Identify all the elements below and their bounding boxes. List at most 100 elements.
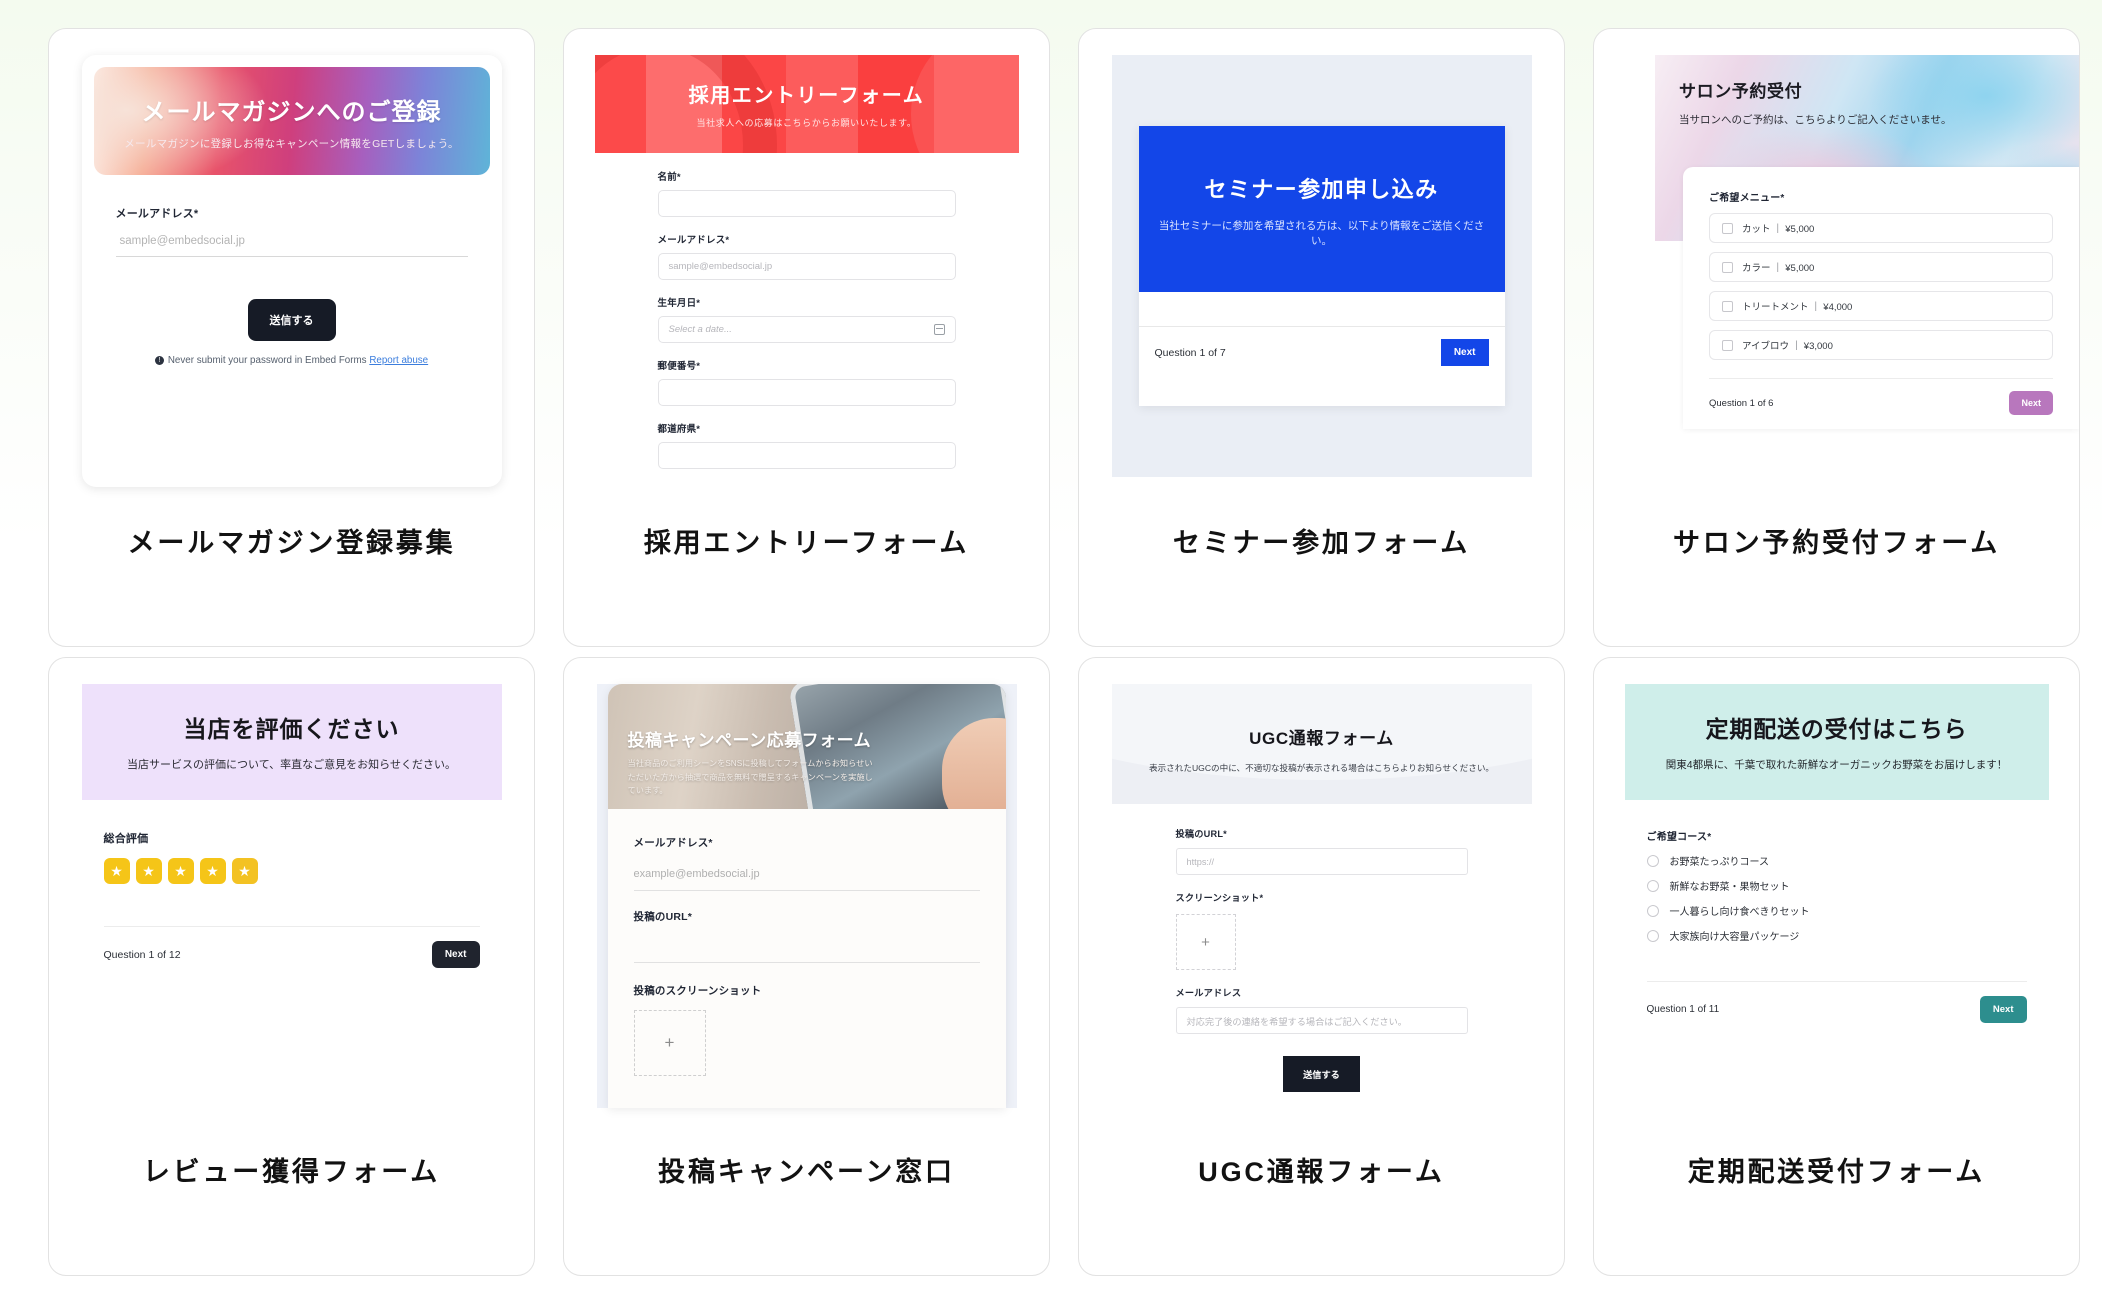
hero-title: 当店を評価ください (183, 716, 400, 742)
hero-banner: 投稿キャンペーン応募フォーム 当社商品のご利用シーンをSNSに投稿してフォームか… (607, 684, 1006, 809)
report-abuse-link[interactable]: Report abuse (369, 355, 428, 366)
post-url-input[interactable] (633, 952, 980, 963)
next-button[interactable]: Next (431, 941, 480, 968)
prefecture-input[interactable] (657, 442, 956, 469)
star-rating[interactable]: ★ ★ ★ ★ ★ (103, 858, 480, 884)
checkbox-option[interactable]: アイブロウ ｜ ¥3,000 (1709, 330, 2053, 360)
star-icon[interactable]: ★ (135, 858, 162, 884)
field-label: 郵便番号* (657, 361, 701, 372)
checkbox-option[interactable]: カラー ｜ ¥5,000 (1709, 252, 2053, 282)
star-icon[interactable]: ★ (231, 858, 258, 884)
form-template-grid: メールマガジンへのご登録 メールマガジンに登録しお得なキャンペーン情報をGETし… (0, 0, 2102, 1276)
birthdate-input[interactable]: Select a date... (657, 316, 956, 343)
hero-subtitle: メールマガジンに登録しお得なキャンペーン情報をGETしましょう。 (124, 137, 459, 150)
form-preview-shell: 採用エントリーフォーム 当社求人への応募はこちらからお願いいたします。 名前* … (594, 55, 1019, 484)
form-footer-note: ! Never submit your password in Embed For… (116, 355, 468, 366)
radio-option[interactable]: お野菜たっぷりコース (1646, 853, 2027, 868)
hero-title: 投稿キャンペーン応募フォーム (627, 731, 872, 750)
form-body: メールアドレス* sample@embedsocial.jp 送信する ! Nev… (94, 175, 490, 366)
course-field-label: ご希望コース* (1646, 832, 1712, 843)
preview-review: 当店を評価ください 当店サービスの評価について、率直なご意見をお知らせください。… (49, 658, 534, 1128)
field-screenshot: スクリーンショット* + (1175, 890, 1468, 970)
hero-subtitle: 当サロンへのご予約は、こちらよりご記入くださいませ。 (1679, 114, 1952, 126)
submit-button[interactable]: 送信する (1283, 1056, 1360, 1092)
form-preview-shell: 定期配送の受付はこちら 関東4都県に、千葉で取れた新鮮なオーガニックお野菜をお届… (1624, 684, 2049, 1023)
plus-icon: + (664, 1033, 675, 1052)
submit-button[interactable]: 送信する (247, 299, 336, 341)
next-button[interactable]: Next (2009, 391, 2053, 415)
email-field-label: メールアドレス* (115, 208, 199, 220)
form-card-ugc-report[interactable]: UGC通報フォーム 表示されたUGCの中に、不適切な投稿が表示される場合はこちら… (1078, 657, 1565, 1276)
radio-option[interactable]: 新鮮なお野菜・果物セット (1646, 878, 2027, 893)
radio-icon[interactable] (1646, 929, 1659, 942)
radio-option[interactable]: 大家族向け大容量パッケージ (1646, 928, 2027, 943)
post-url-input[interactable]: https:// (1175, 848, 1468, 875)
option-label: お野菜たっぷりコース (1669, 857, 1770, 868)
email-input[interactable]: example@embedsocial.jp (633, 868, 980, 891)
field-email: メールアドレス 対応完了後の連絡を希望する場合はご記入ください。 (1175, 985, 1468, 1034)
postal-code-input[interactable] (657, 379, 956, 406)
form-card-seminar[interactable]: セミナー参加申し込み 当社セミナーに参加を希望される方は、以下より情報をご送信く… (1078, 28, 1565, 647)
checkbox-icon[interactable] (1722, 339, 1733, 351)
hero-subtitle: 当店サービスの評価について、率直なご意見をお知らせください。 (127, 759, 456, 771)
field-postal-code: 郵便番号* (657, 358, 956, 406)
form-card-salon[interactable]: サロン予約受付 当サロンへのご予約は、こちらよりご記入くださいませ。 ご希望メニ… (1593, 28, 2080, 647)
checkbox-option[interactable]: カット ｜ ¥5,000 (1709, 213, 2053, 243)
option-label: トリートメント ｜ ¥4,000 (1742, 302, 1853, 313)
card-title: セミナー参加フォーム (1172, 528, 1471, 558)
next-button[interactable]: Next (1979, 996, 2027, 1023)
form-preview-shell: セミナー参加申し込み 当社セミナーに参加を希望される方は、以下より情報をご送信く… (1138, 126, 1505, 406)
email-input[interactable]: 対応完了後の連絡を希望する場合はご記入ください。 (1175, 1007, 1468, 1034)
hero-title: セミナー参加申し込み (1204, 177, 1439, 202)
card-title: メールマガジン登録募集 (127, 528, 456, 558)
name-input[interactable] (657, 190, 956, 217)
preview-salon: サロン予約受付 当サロンへのご予約は、こちらよりご記入くださいませ。 ご希望メニ… (1594, 29, 2079, 499)
form-preview-shell: 当店を評価ください 当店サービスの評価について、率直なご意見をお知らせください。… (81, 684, 502, 1116)
question-bar: Question 1 of 11 Next (1646, 981, 2027, 1023)
radio-icon[interactable] (1646, 879, 1659, 892)
radio-option[interactable]: 一人暮らし向け食べきりセット (1646, 903, 2027, 918)
checkbox-icon[interactable] (1722, 261, 1733, 273)
birthdate-placeholder: Select a date... (668, 324, 732, 335)
field-label: 生年月日* (657, 298, 701, 309)
star-icon[interactable]: ★ (167, 858, 194, 884)
card-title: UGC通報フォーム (1198, 1157, 1445, 1187)
form-card-newsletter[interactable]: メールマガジンへのご登録 メールマガジンに登録しお得なキャンペーン情報をGETし… (48, 28, 535, 647)
question-bar: Question 1 of 7 Next (1138, 326, 1505, 380)
option-label: アイブロウ ｜ ¥3,000 (1742, 341, 1833, 352)
field-label: メールアドレス (1175, 988, 1242, 998)
next-button[interactable]: Next (1440, 339, 1489, 366)
option-label: 一人暮らし向け食べきりセット (1669, 907, 1810, 918)
form-body-spacer (1138, 292, 1505, 326)
field-label: メールアドレス* (633, 837, 713, 849)
checkbox-icon[interactable] (1722, 300, 1733, 312)
question-progress: Question 1 of 7 (1154, 346, 1226, 359)
checkbox-option[interactable]: トリートメント ｜ ¥4,000 (1709, 291, 2053, 321)
rating-field-label: 総合評価 (103, 833, 149, 845)
form-card-post-campaign[interactable]: 投稿キャンペーン応募フォーム 当社商品のご利用シーンをSNSに投稿してフォームか… (563, 657, 1050, 1276)
form-body: 名前* メールアドレス* sample@embedsocial.jp 生年月日*… (595, 153, 1019, 469)
field-screenshot: 投稿のスクリーンショット + (633, 983, 980, 1076)
hero-subtitle: 当社セミナーに参加を希望される方は、以下より情報をご送信ください。 (1158, 220, 1485, 247)
preview-post-campaign: 投稿キャンペーン応募フォーム 当社商品のご利用シーンをSNSに投稿してフォームか… (564, 658, 1049, 1128)
radio-icon[interactable] (1646, 904, 1659, 917)
calendar-icon[interactable] (933, 324, 945, 335)
upload-dropzone[interactable]: + (633, 1010, 706, 1076)
question-progress: Question 1 of 11 (1646, 1004, 1720, 1015)
preview-stage: 投稿キャンペーン応募フォーム 当社商品のご利用シーンをSNSに投稿してフォームか… (596, 684, 1017, 1108)
form-card-subscription[interactable]: 定期配送の受付はこちら 関東4都県に、千葉で取れた新鮮なオーガニックお野菜をお届… (1593, 657, 2080, 1276)
email-input[interactable]: sample@embedsocial.jp (115, 235, 468, 257)
menu-field-label: ご希望メニュー* (1709, 193, 1785, 204)
form-bottom-pad (1138, 380, 1505, 406)
radio-icon[interactable] (1646, 854, 1659, 867)
form-card-recruiting[interactable]: 採用エントリーフォーム 当社求人への応募はこちらからお願いいたします。 名前* … (563, 28, 1050, 647)
email-input[interactable]: sample@embedsocial.jp (657, 253, 956, 280)
field-post-url: 投稿のURL* https:// (1175, 826, 1468, 875)
card-title: サロン予約受付フォーム (1673, 528, 2000, 558)
upload-dropzone[interactable]: + (1175, 914, 1236, 970)
hero-banner: 定期配送の受付はこちら 関東4都県に、千葉で取れた新鮮なオーガニックお野菜をお届… (1624, 684, 2049, 800)
star-icon[interactable]: ★ (199, 858, 226, 884)
checkbox-icon[interactable] (1722, 222, 1733, 234)
form-card-review[interactable]: 当店を評価ください 当店サービスの評価について、率直なご意見をお知らせください。… (48, 657, 535, 1276)
star-icon[interactable]: ★ (103, 858, 130, 884)
